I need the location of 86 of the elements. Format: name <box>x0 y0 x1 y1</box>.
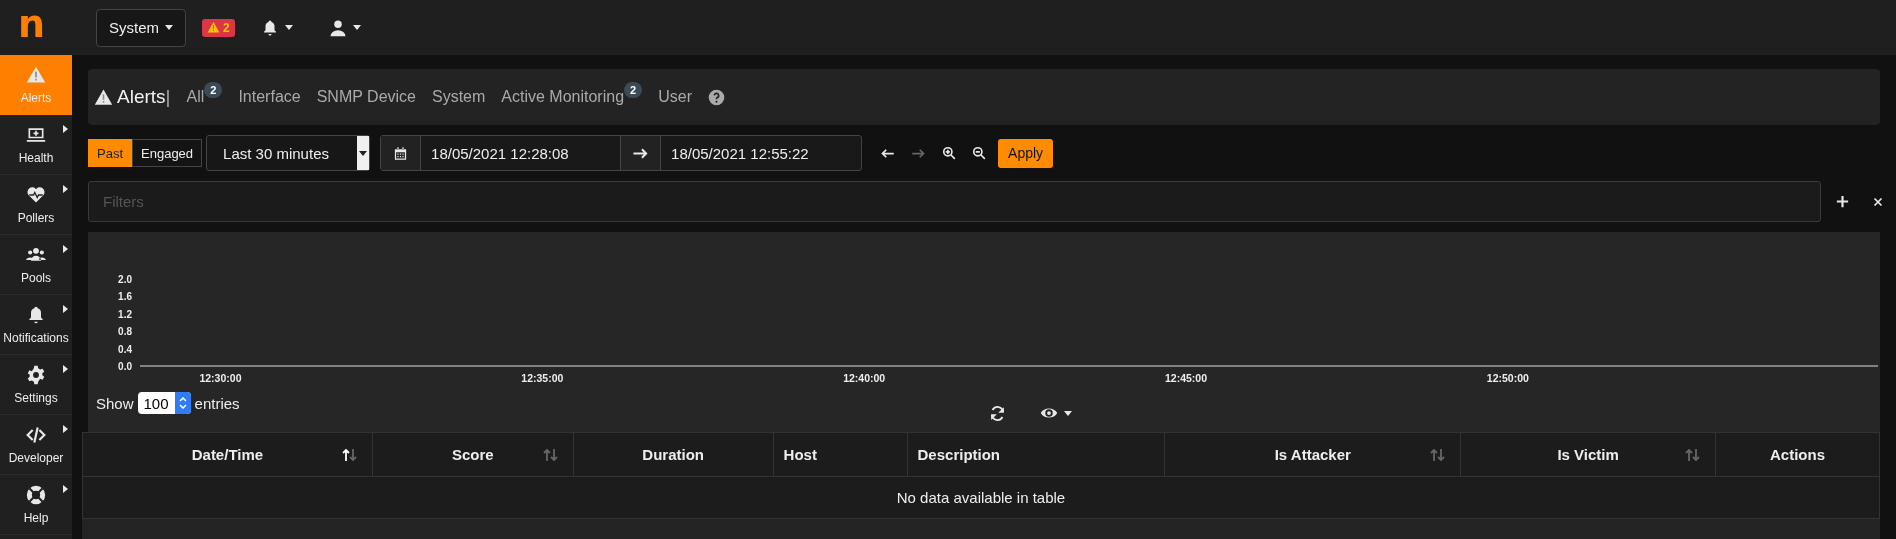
caret-icon <box>284 25 293 30</box>
sort-icon <box>1685 448 1701 462</box>
mode-button[interactable]: Engaged <box>132 139 203 167</box>
warning-icon <box>94 87 113 107</box>
plus-icon <box>1835 194 1850 209</box>
caret-icon <box>63 245 68 253</box>
x-tick-label: 12:35:00 <box>521 372 564 384</box>
sidebar-item[interactable]: Developer <box>0 415 72 475</box>
caret-icon <box>63 365 68 373</box>
nav-tab[interactable]: Interface <box>238 88 301 106</box>
heart-icon <box>26 184 46 205</box>
caret-icon <box>1064 410 1072 416</box>
caret-icon <box>63 305 68 313</box>
x-tick-label: 12:50:00 <box>1486 372 1529 384</box>
column-header: Actions <box>1715 432 1880 477</box>
apply-button[interactable]: Apply <box>998 138 1054 168</box>
sidebar-label: Settings <box>14 390 58 405</box>
column-header: Description <box>907 432 1165 477</box>
code-icon <box>26 424 46 445</box>
sidebar-label: Notifications <box>3 330 69 345</box>
help-icon <box>707 88 725 106</box>
x-tick-label: 12:40:00 <box>843 372 886 384</box>
show-label: Show <box>96 394 134 412</box>
sidebar-label: Help <box>23 510 49 525</box>
y-tick-label: 0.8 <box>118 326 132 338</box>
sidebar-item[interactable]: Pollers <box>0 175 72 235</box>
count-badge: 2 <box>624 82 643 98</box>
user-icon <box>328 18 347 37</box>
sort-icon <box>1430 448 1447 462</box>
sidebar-label: Pollers <box>17 210 55 225</box>
logo[interactable]: n <box>18 4 80 43</box>
column-header: Duration <box>573 432 774 477</box>
sidebar-item[interactable]: Health <box>0 115 72 175</box>
y-tick-label: 1.2 <box>118 308 132 320</box>
nav-tab[interactable]: SNMP Device <box>316 88 416 106</box>
page-title: Alerts <box>94 86 166 108</box>
warning-icon <box>207 21 220 34</box>
zoom-in-icon <box>942 146 957 160</box>
nav-tab[interactable]: User <box>658 88 692 106</box>
column-header[interactable]: Date/Time <box>82 432 373 477</box>
sidebar-label: Pools <box>21 270 51 285</box>
separator: | <box>165 86 171 108</box>
sidebar-label: Alerts <box>20 90 52 105</box>
sidebar-label: Developer <box>8 450 64 465</box>
stepper-icon <box>178 397 187 409</box>
filters-field[interactable]: Filters <box>88 181 1821 222</box>
column-header[interactable]: Is Attacker <box>1164 432 1461 477</box>
nav-tab[interactable]: System <box>432 88 486 106</box>
caret-icon <box>63 425 68 433</box>
range-select[interactable]: Last 30 minutes <box>206 135 371 171</box>
y-tick-label: 0.4 <box>118 343 132 355</box>
x-tick-label: 12:30:00 <box>199 372 242 384</box>
caret-icon <box>359 150 368 156</box>
gear-icon <box>26 364 46 385</box>
caret-icon <box>63 185 68 193</box>
x-tick-label: 12:45:00 <box>1165 372 1208 384</box>
y-tick-label: 1.6 <box>118 291 132 303</box>
sidebar-label: Health <box>18 150 54 165</box>
interface-dropdown[interactable]: System <box>96 8 186 47</box>
sidebar-item[interactable]: Pools <box>0 235 72 295</box>
y-tick-label: 0.0 <box>118 361 132 372</box>
column-header[interactable]: Score <box>372 432 574 477</box>
sidebar-item[interactable]: Help <box>0 475 72 535</box>
sidebar-item[interactable]: Notifications <box>0 295 72 355</box>
count-badge: 2 <box>204 82 223 98</box>
entries-label: entries <box>194 394 240 412</box>
mode-button[interactable]: Past <box>88 139 132 167</box>
bell-icon <box>26 304 46 325</box>
sort-icon <box>542 448 559 462</box>
empty-message: No data available in table <box>82 476 1880 519</box>
nav-tab[interactable]: All <box>186 88 205 106</box>
sidebar-item[interactable]: Settings <box>0 355 72 415</box>
nav-tab[interactable]: Active Monitoring <box>501 88 625 106</box>
lifebuoy-icon <box>26 484 46 505</box>
y-tick-label: 2.0 <box>118 274 132 285</box>
caret-icon <box>352 25 361 30</box>
caret-icon <box>63 485 68 493</box>
column-header: Host <box>773 432 907 477</box>
close-icon <box>1872 195 1884 208</box>
sort-icon <box>341 448 358 462</box>
zoom-out-icon <box>972 146 987 160</box>
caret-icon <box>63 125 68 133</box>
refresh-icon <box>989 404 1006 422</box>
caret-icon <box>165 25 173 30</box>
column-header[interactable]: Is Victim <box>1460 432 1716 477</box>
entries-select[interactable]: 100 <box>137 392 191 414</box>
